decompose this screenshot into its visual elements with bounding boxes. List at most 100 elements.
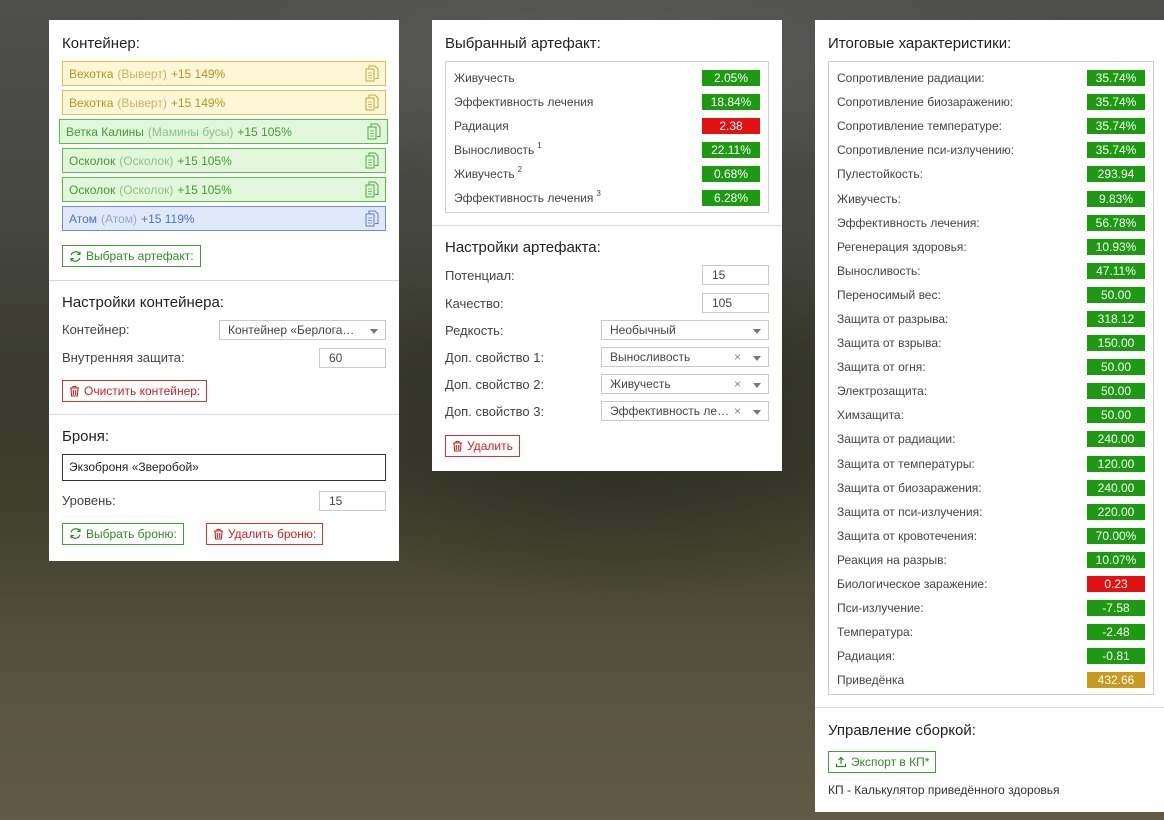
stat-label: Сопротивление радиации: [837, 71, 985, 85]
clear-container-button[interactable]: Очистить контейнер: [62, 379, 208, 402]
stat-label-text: Эффективность лечения [454, 191, 594, 205]
upload-icon [835, 757, 847, 768]
stat-label: Выносливость 1 [454, 141, 542, 157]
export-button[interactable]: Экспорт в КП* [828, 751, 937, 774]
stat-label-text: Выносливость: [837, 263, 921, 278]
chevron-down-icon [753, 329, 761, 334]
container-artifact-item[interactable]: Осколок (Осколок) +15 105% [62, 177, 386, 202]
copy-icon[interactable] [365, 65, 379, 82]
copy-icon[interactable] [365, 152, 379, 169]
stat-value-badge: 432.66 [1087, 672, 1145, 689]
stat-footnote-marker: 3 [596, 189, 601, 198]
armor-field[interactable]: Экзоброня «Зверобой» [62, 453, 386, 481]
select-artifact-button[interactable]: Выбрать артефакт: [62, 245, 201, 267]
quality-value: 105 [712, 296, 733, 310]
prop2-select[interactable]: Живучесть × [601, 374, 769, 394]
artifact-panel: Выбранный артефакт: Живучесть 2.05% Эффект… [432, 20, 782, 471]
stat-value-badge: 70.00% [1087, 527, 1145, 544]
stat-label-text: Защита от разрыва: [837, 311, 949, 326]
stat-value-badge: 150.00 [1087, 335, 1145, 352]
delete-artifact-label: Удалить [467, 439, 513, 453]
level-input[interactable]: 15 [319, 490, 386, 511]
stat-row: Живучесть 2.05% [454, 66, 760, 90]
container-artifact-item[interactable]: Атом (Атом) +15 119% [62, 206, 386, 231]
clear-icon[interactable]: × [734, 404, 741, 418]
stat-value-badge: 50.00 [1087, 286, 1145, 303]
potential-input[interactable]: 15 [702, 265, 769, 285]
stat-label: Приведёнка [837, 673, 904, 687]
container-artifact-item[interactable]: Осколок (Осколок) +15 105% [62, 148, 386, 173]
container-artifact-item[interactable]: Вехотка (Выверт) +15 149% [62, 90, 386, 115]
stat-label-text: Сопротивление биозаражению: [837, 95, 1014, 110]
artifact-name: Осколок [69, 153, 116, 168]
stat-label-text: Живучесть: [837, 191, 901, 206]
container-title: Контейнер: [62, 35, 140, 52]
stat-label: Биологическое заражение: [837, 577, 987, 591]
artifact-bonus: +15 105% [237, 124, 292, 139]
stat-label-text: Пси-излучение: [837, 601, 924, 616]
select-artifact-label: Выбрать артефакт: [86, 249, 194, 263]
inner-protection-value: 60 [329, 350, 343, 365]
stat-label-text: Защита от огня: [837, 360, 926, 375]
container-label: Контейнер: [62, 322, 130, 337]
artifact-bonus: +15 105% [177, 182, 232, 197]
stat-row: Приведёнка 432.66 [837, 668, 1145, 692]
stat-row: Защита от температуры: 120.00 [837, 452, 1145, 476]
copy-icon[interactable] [365, 210, 379, 227]
stat-label-text: Переносимый вес: [837, 287, 941, 302]
stat-row: Радиация 2.38 [454, 114, 760, 138]
stat-label-text: Защита от взрыва: [837, 336, 942, 351]
stat-row: Защита от огня: 50.00 [837, 355, 1145, 379]
stat-label: Пулестойкость: [837, 167, 923, 181]
stat-label: Защита от взрыва: [837, 336, 941, 350]
stat-label: Выносливость: [837, 264, 921, 278]
prop3-select[interactable]: Эффективность ле… × [601, 401, 769, 421]
stat-value-badge: 240.00 [1087, 431, 1145, 448]
stat-row: Защита от радиации: 240.00 [837, 427, 1145, 451]
totals-panel: Итоговые характеристики: Сопротивление р… [815, 20, 1164, 812]
artifact-bonus: +15 149% [170, 66, 226, 81]
stat-label: Сопротивление биозаражению: [837, 95, 1013, 109]
artifact-alt-name: (Выверт) [117, 66, 167, 81]
clear-icon[interactable]: × [734, 350, 741, 364]
rarity-select[interactable]: Необычный [601, 320, 769, 340]
stat-label-text: Защита от кровотечения: [837, 528, 978, 543]
stat-row: Пулестойкость: 293.94 [837, 162, 1145, 186]
copy-icon[interactable] [365, 94, 379, 111]
container-settings-title: Настройки контейнера: [62, 293, 224, 311]
totals-title: Итоговые характеристики: [828, 35, 1012, 52]
stat-value-badge: 220.00 [1087, 503, 1145, 520]
stat-label-text: Радиация: [837, 649, 896, 664]
stat-label: Переносимый вес: [837, 288, 941, 302]
inner-protection-label: Внутренняя защита: [62, 350, 185, 365]
footnote: КП - Калькулятор приведённого здоровья [828, 783, 1060, 798]
selected-artifact-title: Выбранный артефакт: [445, 35, 601, 52]
copy-icon[interactable] [365, 181, 379, 198]
quality-input[interactable]: 105 [702, 293, 769, 313]
stat-value-badge: -2.48 [1087, 624, 1145, 641]
clear-icon[interactable]: × [734, 377, 741, 391]
select-armor-button[interactable]: Выбрать броню: [62, 522, 184, 545]
stat-label: Сопротивление пси-излучению: [837, 143, 1014, 157]
stat-value-badge: 50.00 [1087, 359, 1145, 376]
stat-label: Живучесть: [837, 192, 901, 206]
delete-artifact-button[interactable]: Удалить [445, 435, 520, 457]
container-select[interactable]: Контейнер «Берлога… [219, 319, 386, 340]
stat-value-badge: -7.58 [1087, 600, 1145, 617]
stat-label-text: Сопротивление температуре: [837, 119, 1002, 134]
stat-label: Химзащита: [837, 408, 904, 422]
container-artifact-item[interactable]: Ветка Калины (Мамины бусы) +15 105% [59, 119, 388, 144]
stat-label-text: Защита от пси-излучения: [837, 504, 983, 519]
stat-row: Живучесть 2 0.68% [454, 162, 760, 186]
copy-icon[interactable] [367, 123, 381, 140]
stat-value-badge: 2.05% [702, 70, 760, 86]
inner-protection-input[interactable]: 60 [319, 347, 386, 368]
prop1-select[interactable]: Выносливость × [601, 347, 769, 367]
stat-value-badge: 35.74% [1087, 118, 1145, 135]
container-artifact-list: Вехотка (Выверт) +15 149% Вехотка (Выверт) +1… [59, 61, 388, 231]
rarity-label: Редкость: [445, 322, 504, 338]
delete-armor-button[interactable]: Удалить броню: [205, 522, 324, 545]
stat-label-text: Регенерация здоровья: [837, 239, 967, 254]
container-artifact-item[interactable]: Вехотка (Выверт) +15 149% [62, 61, 386, 86]
stat-row: Выносливость: 47.11% [837, 259, 1145, 283]
